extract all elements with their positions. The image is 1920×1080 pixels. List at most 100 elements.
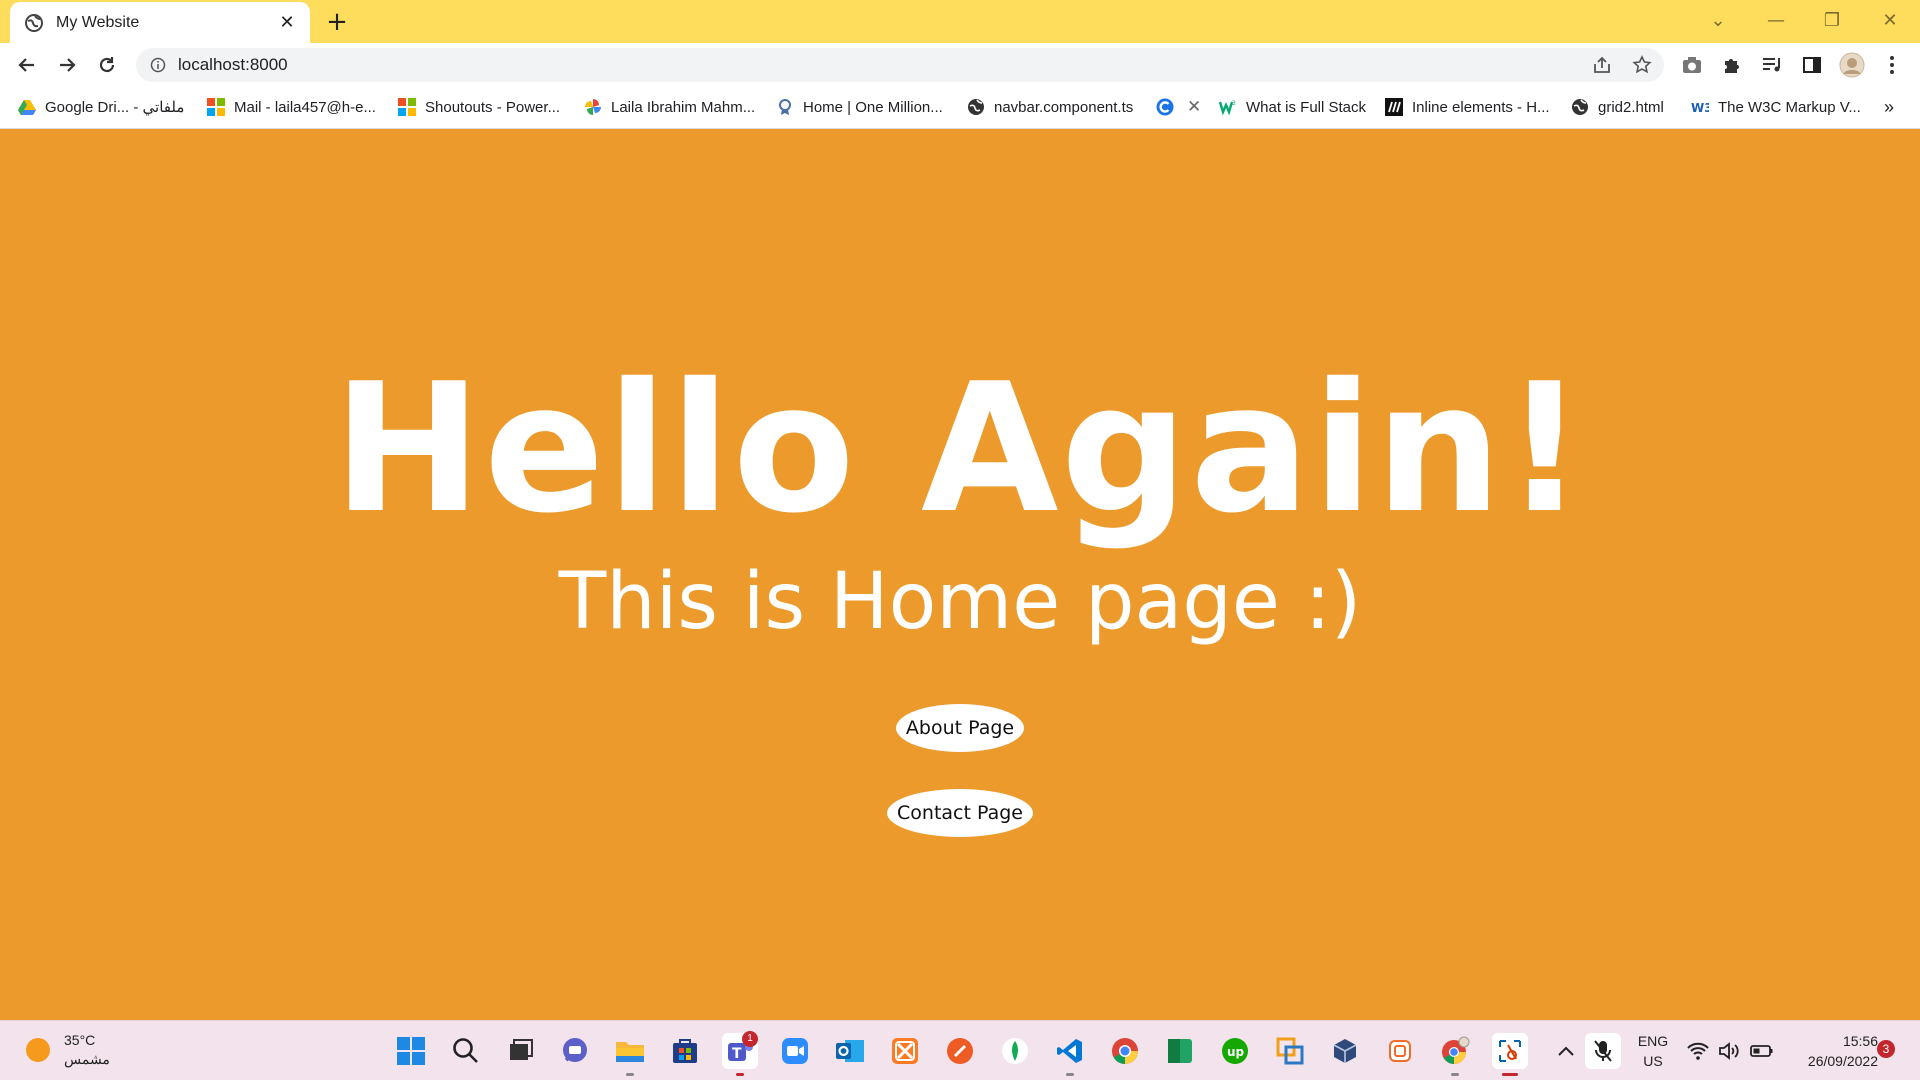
bookmark-label: Shoutouts - Power... — [425, 98, 561, 116]
close-icon[interactable]: ✕ — [1187, 97, 1201, 117]
info-icon[interactable] — [150, 57, 166, 73]
browser-toolbar: localhost:8000 — [0, 43, 1920, 86]
volume-icon — [1719, 1042, 1739, 1060]
xampp-icon[interactable] — [887, 1033, 923, 1069]
bookmark-laila[interactable]: Laila Ibrahim Mahm... — [584, 95, 755, 119]
arrow-right-icon — [60, 58, 76, 72]
running-indicator — [1451, 1073, 1459, 1076]
spreadsheet-icon[interactable] — [1162, 1033, 1198, 1069]
bookmark-label: Laila Ibrahim Mahm... — [611, 98, 756, 116]
pinwheel-icon — [585, 99, 601, 115]
bookmark-c-logo[interactable]: ✕ — [1156, 95, 1201, 119]
bookmark-label: Home | One Million... — [803, 98, 943, 116]
battery-icon — [1750, 1045, 1773, 1057]
running-indicator — [736, 1073, 744, 1076]
snipping-tool-icon[interactable] — [1492, 1033, 1528, 1076]
teams-notification-badge: 1 — [742, 1031, 758, 1047]
bookmark-one-million[interactable]: Home | One Million... — [776, 95, 943, 119]
profile-avatar[interactable] — [1838, 51, 1866, 79]
bookmark-label: navbar.component.ts — [994, 98, 1134, 116]
running-indicator — [626, 1073, 634, 1076]
start-menu-icon[interactable] — [393, 1033, 429, 1069]
browser-menu-icon[interactable] — [1878, 51, 1906, 79]
share-icon[interactable] — [1588, 51, 1616, 79]
media-control-icon[interactable] — [1758, 51, 1786, 79]
new-tab-button[interactable]: + — [322, 8, 352, 38]
bookmark-label: What is Full Stack — [1246, 98, 1367, 116]
globe-icon — [968, 99, 984, 115]
bookmark-shoutouts[interactable]: Shoutouts - Power... — [398, 95, 560, 119]
clock-date: 26/09/2022 — [1807, 1053, 1878, 1069]
c-logo-icon — [1156, 98, 1174, 116]
outlook-icon[interactable] — [832, 1033, 868, 1069]
bookmarks-bar: Google Dri... - ملفاتي Mail - laila457@h… — [0, 86, 1920, 129]
clock-time: 15:56 — [1842, 1033, 1878, 1049]
back-button[interactable] — [11, 49, 43, 81]
microphone-muted-icon[interactable] — [1585, 1033, 1621, 1069]
bookmark-google-drive[interactable]: Google Dri... - ملفاتي — [18, 95, 184, 119]
chrome-icon[interactable] — [1107, 1033, 1143, 1069]
bookmark-inline-elements[interactable]: Inline elements - H... — [1385, 95, 1550, 119]
tab-close-icon[interactable]: ✕ — [276, 12, 298, 33]
weather-temperature: 35°C — [64, 1032, 96, 1048]
virtual-desktop-icon[interactable] — [1272, 1033, 1308, 1069]
bookmark-full-stack[interactable]: 3 What is Full Stack — [1219, 95, 1366, 119]
bookmark-star-icon[interactable] — [1628, 51, 1656, 79]
teams-icon[interactable]: T 1 — [722, 1031, 758, 1076]
active-tab[interactable]: My Website ✕ — [10, 2, 310, 43]
about-page-button[interactable]: About Page — [896, 704, 1024, 752]
browser-title-bar: My Website ✕ + ⌄ — ❐ ✕ — [0, 0, 1920, 43]
url-text[interactable]: localhost:8000 — [178, 55, 288, 75]
sun-icon — [26, 1038, 50, 1062]
tray-app-icon[interactable] — [1382, 1033, 1418, 1069]
region-code: US — [1643, 1053, 1663, 1069]
wifi-icon — [1687, 1042, 1709, 1060]
page-subheading: This is Home page :) — [558, 557, 1362, 647]
globe-icon — [1572, 99, 1588, 115]
task-view-icon[interactable] — [503, 1033, 539, 1069]
mongodb-compass-icon[interactable] — [997, 1033, 1033, 1069]
restore-button[interactable]: ❐ — [1810, 6, 1854, 36]
reload-button[interactable] — [91, 49, 123, 81]
globe-icon — [25, 13, 43, 32]
chevron-up-icon[interactable] — [1548, 1033, 1584, 1069]
chrome-profile-icon[interactable] — [1437, 1033, 1473, 1076]
arrow-left-icon — [18, 58, 34, 72]
system-tray-status[interactable] — [1680, 1033, 1780, 1069]
bookmark-label: Inline elements - H... — [1412, 98, 1550, 116]
close-window-button[interactable]: ✕ — [1868, 6, 1912, 36]
contact-page-button[interactable]: Contact Page — [887, 789, 1033, 837]
chat-icon[interactable] — [557, 1033, 593, 1069]
microsoft-icon — [398, 98, 416, 116]
camera-icon[interactable] — [1678, 51, 1706, 79]
bookmark-label: The W3C Markup V... — [1718, 98, 1861, 116]
weather-widget[interactable]: 35°C مشمس — [26, 1031, 110, 1069]
side-panel-icon[interactable] — [1798, 51, 1826, 79]
bookmark-w3c-markup[interactable]: W3 The W3C Markup V... — [1691, 95, 1861, 119]
w3c-icon: W3 — [1691, 101, 1709, 115]
tab-title: My Website — [56, 13, 140, 31]
clock[interactable]: 15:56 26/09/2022 — [1784, 1031, 1878, 1071]
notification-badge[interactable]: 3 — [1877, 1040, 1895, 1058]
file-explorer-icon[interactable] — [612, 1033, 648, 1076]
language-indicator[interactable]: ENG US — [1632, 1031, 1674, 1071]
bookmarks-overflow-button[interactable]: » — [1884, 95, 1894, 119]
zoom-icon[interactable] — [777, 1033, 813, 1069]
bookmark-grid2[interactable]: grid2.html — [1571, 95, 1664, 119]
extensions-puzzle-icon[interactable] — [1718, 51, 1746, 79]
tab-search-icon[interactable]: ⌄ — [1696, 6, 1740, 36]
upwork-icon[interactable]: up — [1217, 1033, 1253, 1069]
microsoft-store-icon[interactable] — [667, 1033, 703, 1069]
bookmark-navbar[interactable]: navbar.component.ts — [967, 95, 1133, 119]
minimize-button[interactable]: — — [1754, 6, 1798, 36]
bookmark-mail[interactable]: Mail - laila457@h-e... — [207, 95, 376, 119]
language-code: ENG — [1637, 1033, 1669, 1049]
postman-icon[interactable] — [942, 1033, 978, 1069]
forward-button[interactable] — [51, 49, 83, 81]
virtualbox-icon[interactable] — [1327, 1033, 1363, 1069]
address-bar[interactable]: localhost:8000 — [136, 48, 1664, 82]
vscode-icon[interactable] — [1052, 1033, 1088, 1076]
microsoft-icon — [207, 98, 225, 116]
search-icon[interactable] — [448, 1033, 484, 1069]
svg-text:T: T — [732, 1046, 742, 1062]
